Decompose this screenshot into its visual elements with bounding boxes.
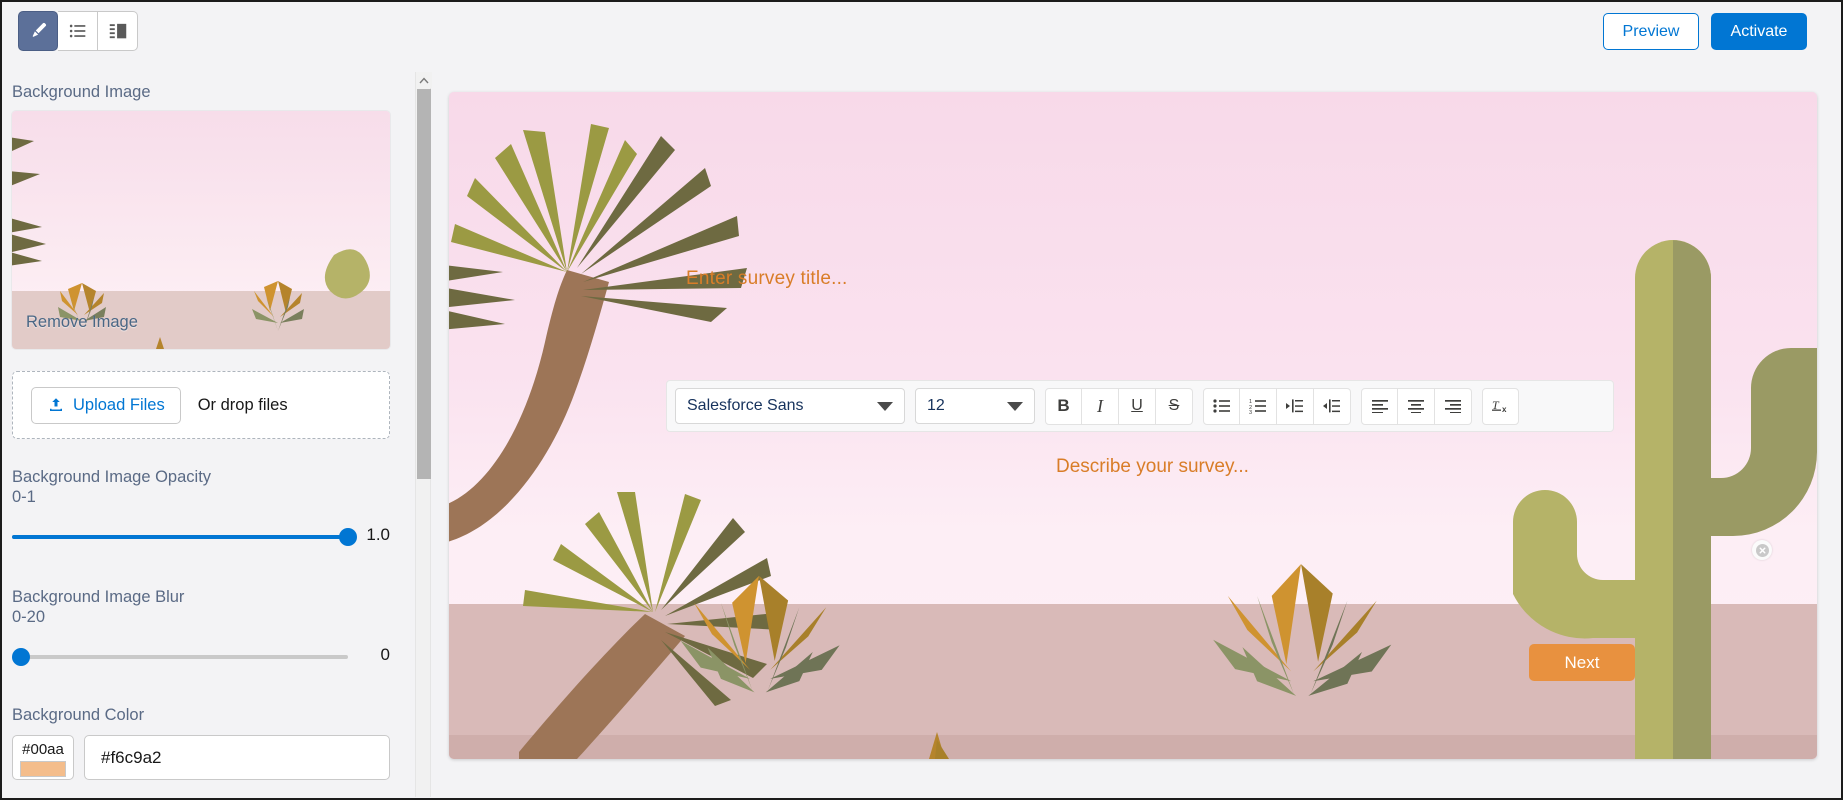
align-left-button[interactable] [1361, 387, 1398, 425]
text-style-group: B I U S [1045, 387, 1193, 425]
rich-text-toolbar: Salesforce Sans 12 B I U S 1 2 3 T x [666, 380, 1614, 432]
opacity-range: 0-1 [12, 488, 36, 506]
color-swatch-label: #00aa [22, 740, 64, 758]
background-settings-panel: Background Image Remove Image Upload Fil… [2, 60, 412, 798]
opacity-label: Background Image Opacity [12, 468, 212, 486]
upload-icon [50, 398, 62, 411]
blur-label: Background Image Blur [12, 588, 185, 606]
scrollbar-thumb[interactable] [417, 89, 431, 479]
blur-value: 0 [380, 645, 390, 664]
font-size-select[interactable]: 12 [915, 388, 1035, 424]
background-color-setting: Background Color #00aa [2, 705, 412, 780]
outdent-button[interactable] [1314, 387, 1351, 425]
bulleted-list-button[interactable] [1203, 387, 1240, 425]
remove-formatting-button[interactable]: T x [1482, 387, 1519, 425]
color-swatch-button[interactable]: #00aa [12, 735, 74, 780]
list-icon [69, 24, 85, 38]
italic-button[interactable]: I [1082, 387, 1119, 425]
design-view-button[interactable] [18, 11, 58, 51]
indent-icon [1286, 399, 1303, 413]
background-color-row: #00aa [12, 735, 390, 780]
chevron-down-icon [1007, 401, 1023, 411]
align-center-icon [1408, 400, 1424, 413]
view-mode-toggle-group [18, 11, 138, 51]
upload-files-button[interactable]: Upload Files [31, 386, 181, 424]
activate-button[interactable]: Activate [1711, 12, 1807, 50]
font-family-value: Salesforce Sans [687, 397, 804, 414]
font-family-select[interactable]: Salesforce Sans [675, 388, 905, 424]
remove-formatting-icon: T x [1491, 398, 1507, 414]
background-blur-setting: Background Image Blur 0-20 0 [2, 587, 412, 679]
survey-description-placeholder[interactable]: Describe your survey... [1056, 456, 1249, 478]
align-right-button[interactable] [1435, 387, 1472, 425]
chevron-down-icon [877, 401, 893, 411]
background-image-preview[interactable]: Remove Image [12, 111, 390, 349]
next-button[interactable]: Next [1529, 644, 1635, 681]
survey-builder-app: Preview Activate Background Image Remove… [0, 0, 1843, 800]
background-opacity-setting: Background Image Opacity 0-1 1.0 [2, 467, 412, 559]
bullet-list-icon [1212, 399, 1230, 413]
blur-slider[interactable]: 0 [12, 633, 390, 679]
left-panel-scrollbar[interactable] [415, 72, 432, 797]
background-color-input[interactable] [84, 735, 390, 780]
background-color-label: Background Color [12, 706, 145, 724]
scroll-up-arrow-icon[interactable] [416, 72, 432, 88]
underline-button[interactable]: U [1119, 387, 1156, 425]
blur-slider-thumb[interactable] [12, 648, 30, 666]
list-group: 1 2 3 [1203, 387, 1351, 425]
indent-button[interactable] [1277, 387, 1314, 425]
top-actions: Preview Activate [1603, 12, 1825, 50]
blur-slider-track [12, 655, 348, 659]
outdent-icon [1323, 399, 1340, 413]
font-size-value: 12 [927, 397, 945, 414]
align-center-button[interactable] [1398, 387, 1435, 425]
close-x-icon [1755, 543, 1769, 557]
top-toolbar: Preview Activate [2, 2, 1841, 60]
list-view-button[interactable] [58, 11, 98, 51]
numbered-list-button[interactable]: 1 2 3 [1240, 387, 1277, 425]
align-left-icon [1371, 400, 1388, 413]
remove-image-link[interactable]: Remove Image [26, 313, 138, 332]
svg-text:x: x [1502, 405, 1507, 414]
color-swatch-chip [20, 760, 66, 777]
panel-icon [109, 23, 126, 39]
drop-files-label: Or drop files [197, 395, 288, 414]
svg-text:3: 3 [1249, 410, 1252, 414]
close-icon[interactable] [1752, 540, 1772, 560]
align-right-icon [1445, 400, 1461, 413]
opacity-slider[interactable]: 1.0 [12, 513, 390, 559]
alignment-group [1361, 387, 1472, 425]
survey-title-placeholder[interactable]: Enter survey title... [686, 268, 848, 290]
brush-icon [32, 22, 47, 37]
strikethrough-button[interactable]: S [1156, 387, 1193, 425]
upload-files-label: Upload Files [73, 395, 165, 414]
numbered-list-icon: 1 2 3 [1249, 399, 1266, 414]
file-upload-dropzone[interactable]: Upload Files Or drop files [12, 371, 390, 439]
opacity-slider-fill [12, 535, 348, 539]
preview-button[interactable]: Preview [1603, 12, 1699, 50]
panel-view-button[interactable] [98, 11, 138, 51]
opacity-value: 1.0 [366, 525, 390, 544]
background-image-label: Background Image [12, 83, 151, 101]
survey-canvas[interactable]: Enter survey title... Salesforce Sans 12… [449, 92, 1817, 759]
bold-button[interactable]: B [1045, 387, 1082, 425]
blur-range: 0-20 [12, 608, 46, 626]
